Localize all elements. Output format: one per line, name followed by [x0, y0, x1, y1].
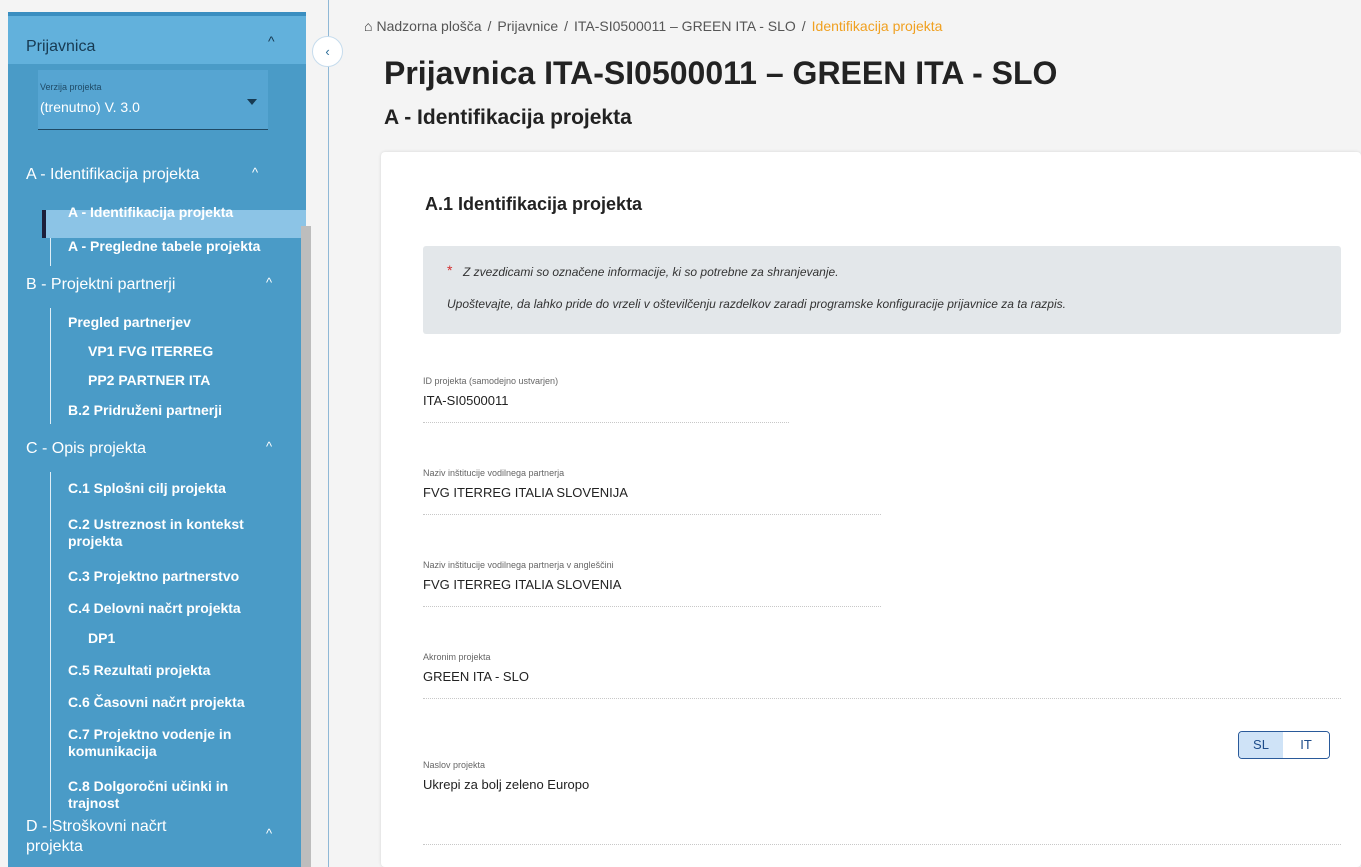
sidebar-item-c7-cont[interactable]: komunikacija	[68, 743, 157, 759]
lead-partner-en-label: Naziv inštitucije vodilnega partnerja v …	[423, 560, 614, 570]
sidebar-item-a-identifikacija[interactable]: A - Identifikacija projekta	[68, 204, 233, 220]
section-d-stroskovni-cont[interactable]: projekta	[26, 838, 83, 856]
breadcrumb-separator: /	[487, 18, 492, 34]
required-star-icon: *	[447, 262, 453, 278]
section-b-partnerji[interactable]: B - Projektni partnerji	[26, 276, 175, 294]
section-title: A.1 Identifikacija projekta	[425, 194, 643, 214]
chevron-up-icon[interactable]: ^	[266, 826, 272, 841]
breadcrumb-dashboard[interactable]: Nadzorna plošča	[376, 18, 481, 34]
dropdown-caret-icon[interactable]	[247, 99, 257, 105]
sidebar-item-c3[interactable]: C.3 Projektno partnerstvo	[68, 568, 239, 584]
chevron-up-icon[interactable]: ^	[252, 165, 258, 180]
sidebar-item-c2-cont[interactable]: projekta	[68, 533, 122, 549]
sidebar-item-c2[interactable]: C.2 Ustreznost in kontekst	[68, 516, 244, 532]
project-id-label: ID projekta (samodejno ustvarjen)	[423, 376, 559, 386]
acronym-value[interactable]: GREEN ITA - SLO	[423, 669, 529, 684]
section-c-opis[interactable]: C - Opis projekta	[26, 440, 146, 458]
sidebar-header[interactable]: Prijavnica ^	[8, 16, 306, 64]
breadcrumb-current: Identifikacija projekta	[811, 18, 943, 34]
field-underline	[423, 606, 881, 607]
project-title-value[interactable]: Ukrepi za bolj zeleno Europo	[423, 777, 589, 792]
sidebar-item-vp1[interactable]: VP1 FVG ITERREG	[88, 343, 213, 359]
project-id-value: ITA-SI0500011	[423, 393, 509, 408]
breadcrumb-project[interactable]: ITA-SI0500011 – GREEN ITA - SLO	[574, 18, 796, 34]
page-subtitle: A - Identifikacija projekta	[384, 106, 632, 129]
lead-partner-label: Naziv inštitucije vodilnega partnerja	[423, 468, 565, 478]
chevron-up-icon[interactable]: ^	[266, 275, 272, 290]
lead-partner-en-value[interactable]: FVG ITERREG ITALIA SLOVENIA	[423, 577, 621, 592]
sidebar-item-c4[interactable]: C.4 Delovni načrt projekta	[68, 600, 241, 616]
tree-line	[50, 308, 51, 424]
identification-card: A.1 Identifikacija projekta * Z zvezdica…	[381, 152, 1361, 867]
sidebar-item-c8[interactable]: C.8 Dolgoročni učinki in	[68, 778, 228, 794]
sidebar: Prijavnica ^ Verzija projekta (trenutno)…	[8, 12, 306, 867]
tree-line	[50, 238, 51, 266]
lang-it-button[interactable]: IT	[1283, 732, 1329, 758]
active-nav-indicator	[42, 210, 46, 238]
sidebar-item-c7[interactable]: C.7 Projektno vodenje in	[68, 726, 231, 742]
field-underline	[423, 422, 789, 423]
project-title-label: Naslov projekta	[423, 760, 486, 770]
chevron-up-icon[interactable]: ^	[268, 33, 275, 49]
sidebar-divider	[328, 0, 329, 867]
info-notice: * Z zvezdicami so označene informacije, …	[423, 246, 1341, 334]
breadcrumb-separator: /	[564, 18, 569, 34]
acronym-label: Akronim projekta	[423, 652, 491, 662]
lead-partner-value[interactable]: FVG ITERREG ITALIA SLOVENIJA	[423, 485, 628, 500]
lang-sl-button[interactable]: SL	[1239, 732, 1283, 758]
breadcrumb-separator: /	[801, 18, 806, 34]
sidebar-item-c5[interactable]: C.5 Rezultati projekta	[68, 662, 210, 678]
section-a-identifikacija[interactable]: A - Identifikacija projekta	[26, 166, 199, 184]
page-title: Prijavnica ITA-SI0500011 – GREEN ITA - S…	[384, 55, 1058, 91]
sidebar-item-c1[interactable]: C.1 Splošni cilj projekta	[68, 480, 226, 496]
home-icon[interactable]: ⌂	[364, 18, 372, 34]
field-underline	[423, 514, 881, 515]
sidebar-item-dp1[interactable]: DP1	[88, 630, 115, 646]
tree-line	[50, 472, 51, 832]
sidebar-item-pridruzeni-partnerji[interactable]: B.2 Pridruženi partnerji	[68, 402, 222, 418]
sidebar-item-a-pregledne-tabele[interactable]: A - Pregledne tabele projekta	[68, 238, 260, 254]
sidebar-item-c8-cont[interactable]: trajnost	[68, 795, 119, 811]
sidebar-scrollbar[interactable]	[301, 226, 311, 867]
sidebar-item-pp2[interactable]: PP2 PARTNER ITA	[88, 372, 210, 388]
version-label: Verzija projekta	[40, 82, 102, 92]
sidebar-item-pregled-partnerjev[interactable]: Pregled partnerjev	[68, 314, 191, 330]
breadcrumb: ⌂ Nadzorna plošča / Prijavnice / ITA-SI050001…	[364, 18, 942, 34]
field-underline	[423, 844, 1341, 845]
section-d-stroskovni[interactable]: D - Stroškovni načrt	[26, 818, 166, 836]
chevron-up-icon[interactable]: ^	[266, 439, 272, 454]
breadcrumb-applications[interactable]: Prijavnice	[497, 18, 558, 34]
version-value: (trenutno) V. 3.0	[40, 99, 140, 115]
notice-required-text: Z zvezdicami so označene informacije, ki…	[463, 265, 839, 279]
collapse-sidebar-button[interactable]: ‹	[312, 36, 343, 67]
sidebar-item-c6[interactable]: C.6 Časovni načrt projekta	[68, 694, 245, 710]
field-underline	[423, 698, 1341, 699]
sidebar-header-title: Prijavnica	[26, 38, 96, 55]
notice-gap-text: Upoštevajte, da lahko pride do vrzeli v …	[447, 297, 1066, 311]
language-toggle[interactable]: SL IT	[1238, 731, 1330, 759]
project-version-select[interactable]: Verzija projekta (trenutno) V. 3.0	[38, 70, 268, 130]
